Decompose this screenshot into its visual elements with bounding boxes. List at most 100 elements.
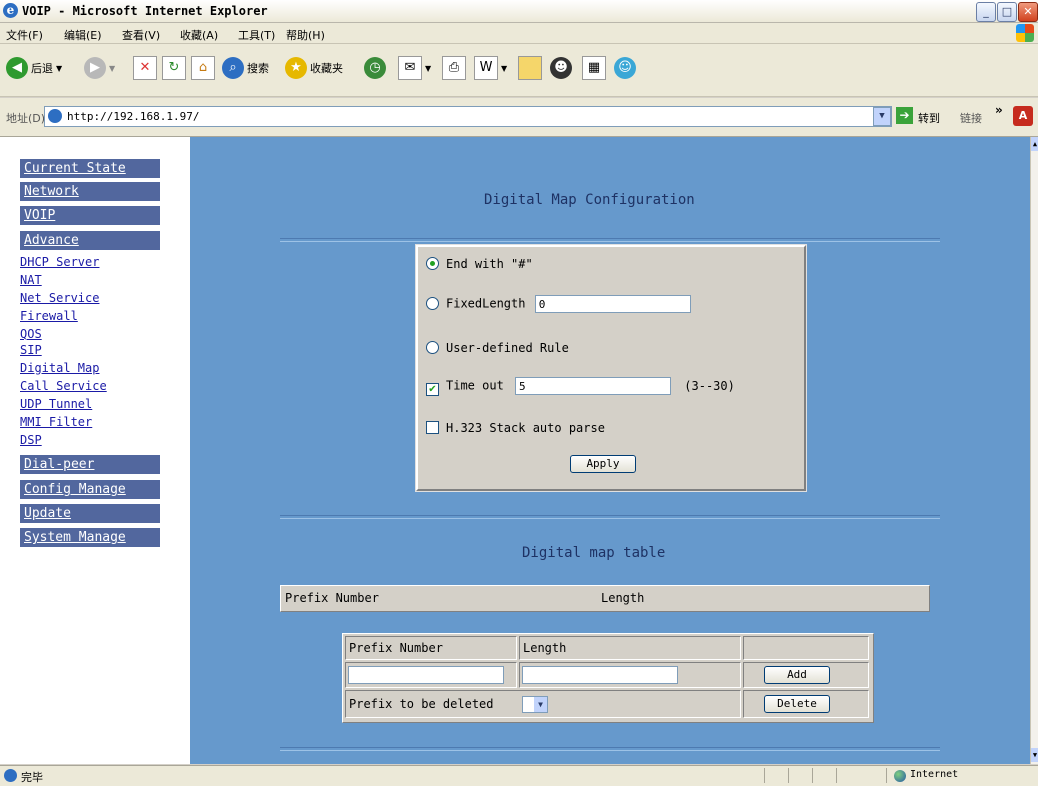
- add-cell: Add: [743, 662, 869, 688]
- forward-arrow-icon: ▶: [84, 57, 106, 79]
- status-divider: [812, 768, 813, 783]
- contacts-button[interactable]: ☺: [614, 54, 636, 82]
- delete-btn-cell: Delete: [743, 690, 869, 718]
- user-defined-radio[interactable]: [426, 341, 439, 354]
- pdf-icon[interactable]: A: [1013, 106, 1033, 126]
- minimize-button[interactable]: _: [976, 2, 996, 22]
- scroll-up-icon[interactable]: ▲: [1031, 137, 1038, 151]
- fixed-length-radio[interactable]: [426, 296, 439, 310]
- sidebar-link-dsp[interactable]: DSP: [20, 433, 42, 448]
- divider: [280, 238, 940, 242]
- forward-button[interactable]: ▶ ▼: [84, 54, 115, 82]
- menu-help[interactable]: 帮助(H): [286, 27, 325, 43]
- refresh-button[interactable]: ↻: [162, 54, 186, 82]
- add-button[interactable]: Add: [764, 666, 830, 684]
- title-bar: e VOIP - Microsoft Internet Explorer _ □…: [0, 0, 1038, 23]
- delete-cell: Prefix to be deleted ▼: [345, 690, 741, 718]
- status-divider: [836, 768, 837, 783]
- edit-button[interactable]: W ▼: [474, 54, 507, 82]
- delete-button[interactable]: Delete: [764, 695, 830, 713]
- sidebar-voip[interactable]: VOIP: [20, 206, 160, 225]
- length-input[interactable]: [522, 666, 678, 684]
- menu-view[interactable]: 查看(V): [122, 27, 160, 43]
- fixed-length-label: FixedLength: [446, 296, 526, 311]
- messenger-button[interactable]: ☻: [550, 54, 572, 82]
- sidebar-link-net-service[interactable]: Net Service: [20, 291, 99, 306]
- home-button[interactable]: ⌂: [191, 54, 215, 82]
- edit-table: Prefix Number Length Add Prefix to be de…: [342, 633, 874, 723]
- sidebar-link-call-service[interactable]: Call Service: [20, 379, 107, 394]
- star-icon: ★: [285, 57, 307, 79]
- scroll-down-icon[interactable]: ▼: [1031, 748, 1038, 762]
- sidebar-link-dhcp-server[interactable]: DHCP Server: [20, 255, 99, 270]
- contacts-icon: ☺: [614, 57, 636, 79]
- favorites-label: 收藏夹: [310, 62, 343, 75]
- search-label: 搜索: [247, 62, 269, 75]
- mail-button[interactable]: ✉ ▼: [398, 54, 431, 82]
- config-form: End with "#" FixedLength 0 User-defined …: [416, 245, 806, 491]
- sidebar-network[interactable]: Network: [20, 182, 160, 201]
- menu-tools[interactable]: 工具(T): [238, 27, 275, 43]
- sidebar-config-manage[interactable]: Config Manage: [20, 480, 160, 499]
- h323-checkbox[interactable]: [426, 421, 439, 434]
- menu-edit[interactable]: 编辑(E): [64, 27, 102, 43]
- back-label: 后退: [31, 62, 53, 75]
- links-button[interactable]: 链接: [960, 110, 982, 126]
- folder-button[interactable]: [518, 54, 542, 82]
- end-with-hash-radio[interactable]: [426, 257, 439, 270]
- sidebar-advance[interactable]: Advance: [20, 231, 160, 250]
- fixed-length-input[interactable]: 0: [534, 295, 691, 313]
- timeout-option[interactable]: ✔ Time out 5 (3--30): [426, 377, 735, 396]
- mail-icon: ✉: [398, 56, 422, 80]
- header-cell: Length: [519, 636, 741, 660]
- end-with-hash-option[interactable]: End with "#": [426, 257, 533, 271]
- timeout-checkbox[interactable]: ✔: [426, 382, 439, 396]
- address-input[interactable]: http://192.168.1.97/: [44, 106, 892, 127]
- toolbar: ◀ 后退 ▼ ▶ ▼ ✕ ↻ ⌂ ⌕ 搜索 ★ 收藏夹 ◷ ✉ ▼ ⎙ W ▼ ☻ …: [0, 44, 1038, 97]
- go-button[interactable]: 转到: [918, 110, 940, 126]
- column-prefix-number: Prefix Number: [285, 591, 379, 605]
- go-arrow-icon[interactable]: ➔: [896, 107, 913, 124]
- digital-map-table-header: Prefix Number Length: [280, 585, 930, 612]
- search-button[interactable]: ⌕ 搜索: [222, 54, 269, 82]
- sidebar-link-firewall[interactable]: Firewall: [20, 309, 78, 324]
- print-icon: ⎙: [442, 56, 466, 80]
- menu-file[interactable]: 文件(F): [6, 27, 43, 43]
- status-divider: [788, 768, 789, 783]
- history-button[interactable]: ◷: [364, 54, 386, 82]
- timeout-label: Time out: [446, 378, 504, 393]
- sidebar-link-mmi-filter[interactable]: MMI Filter: [20, 415, 92, 430]
- sidebar-update[interactable]: Update: [20, 504, 160, 523]
- fixed-length-option[interactable]: FixedLength 0: [426, 295, 691, 313]
- sidebar-link-nat[interactable]: NAT: [20, 273, 42, 288]
- close-button[interactable]: ✕: [1018, 2, 1038, 22]
- favorites-button[interactable]: ★ 收藏夹: [285, 54, 343, 82]
- address-dropdown-icon[interactable]: ▼: [873, 107, 891, 126]
- vertical-scrollbar[interactable]: ▲ ▼: [1030, 137, 1038, 764]
- refresh-icon: ↻: [162, 56, 186, 80]
- sidebar-system-manage[interactable]: System Manage: [20, 528, 160, 547]
- more-chevron-icon[interactable]: »: [995, 103, 1003, 117]
- apply-button[interactable]: Apply: [570, 455, 636, 473]
- menu-favorites[interactable]: 收藏(A): [180, 27, 218, 43]
- maximize-button[interactable]: □: [997, 2, 1017, 22]
- sidebar-link-qos[interactable]: QOS: [20, 327, 42, 342]
- sidebar-dial-peer[interactable]: Dial-peer: [20, 455, 160, 474]
- user-defined-option[interactable]: User-defined Rule: [426, 341, 569, 355]
- timeout-input[interactable]: 5: [515, 377, 672, 395]
- sidebar-current-state[interactable]: Current State: [20, 159, 160, 178]
- print-button[interactable]: ⎙: [442, 54, 466, 82]
- column-length: Length: [601, 591, 645, 605]
- chevron-down-icon: ▼: [56, 63, 63, 73]
- end-with-hash-label: End with "#": [446, 257, 533, 271]
- prefix-number-input[interactable]: [348, 666, 504, 684]
- sidebar-link-udp-tunnel[interactable]: UDP Tunnel: [20, 397, 92, 412]
- stop-button[interactable]: ✕: [133, 54, 157, 82]
- tools-button[interactable]: ▦: [582, 54, 606, 82]
- back-button[interactable]: ◀ 后退 ▼: [6, 54, 62, 82]
- sidebar-link-sip[interactable]: SIP: [20, 343, 42, 358]
- delete-prefix-select[interactable]: ▼: [522, 696, 548, 713]
- sidebar-link-digital-map[interactable]: Digital Map: [20, 361, 99, 376]
- h323-option[interactable]: H.323 Stack auto parse: [426, 421, 605, 435]
- chevron-down-icon: ▼: [425, 63, 432, 73]
